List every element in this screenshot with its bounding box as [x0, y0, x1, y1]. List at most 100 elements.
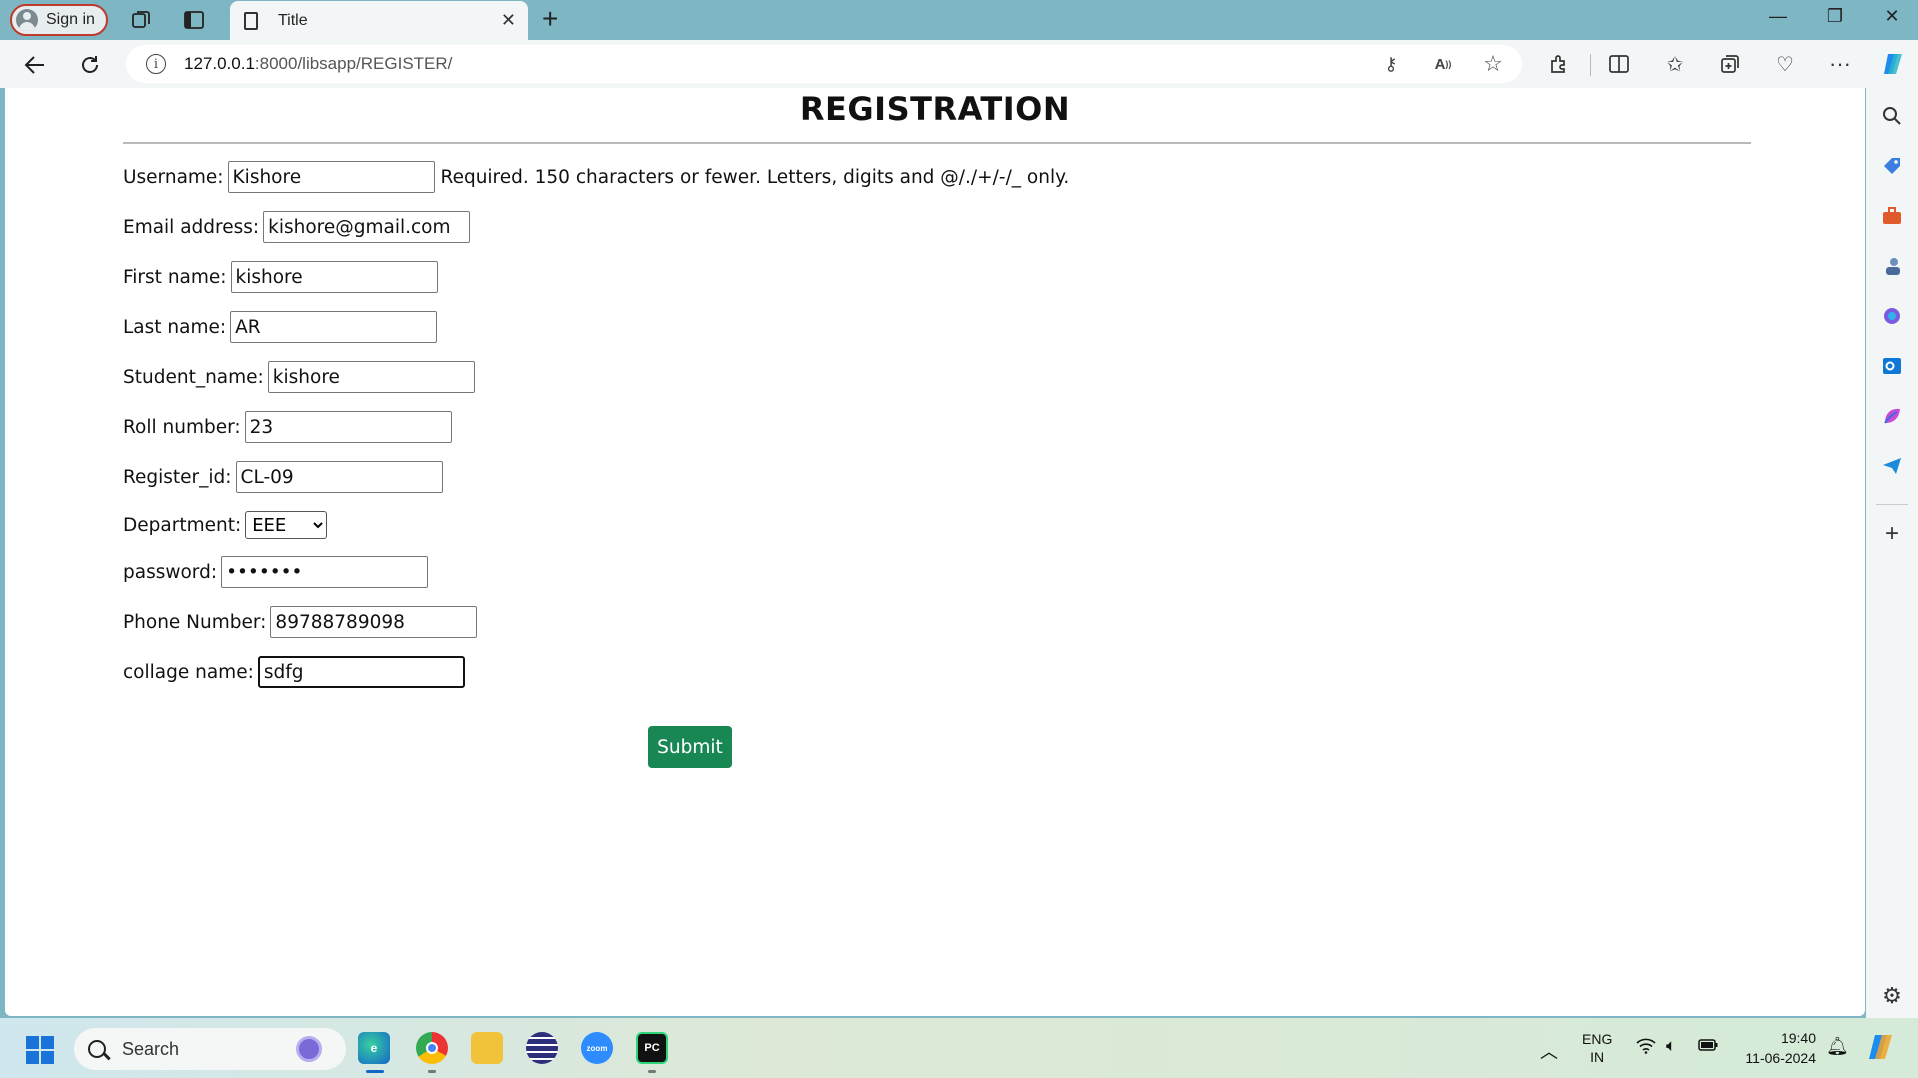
last-name-label: Last name:: [123, 316, 227, 338]
student-name-label: Student_name:: [123, 366, 264, 388]
toolbar-divider: [1590, 54, 1591, 76]
phone-input[interactable]: [270, 606, 478, 638]
chrome-indicator: [428, 1070, 436, 1073]
student-name-input[interactable]: [267, 361, 475, 393]
register-id-label: Register_id:: [123, 466, 232, 488]
tab-bar: Sign in Title ✕ + — ❐ ✕: [0, 0, 1918, 40]
pycharm-indicator: [648, 1070, 656, 1073]
favorite-star-icon[interactable]: ☆: [1482, 51, 1504, 76]
windows-start-icon[interactable]: [26, 1036, 54, 1064]
favorites-icon[interactable]: ✩: [1662, 51, 1688, 77]
shopping-tag-icon[interactable]: [1878, 152, 1906, 180]
email-input[interactable]: [263, 211, 471, 243]
search-icon: [88, 1040, 106, 1058]
username-row: Username: Required. 150 characters or fe…: [123, 161, 1069, 193]
notification-bell-icon[interactable]: 🔔︎: [1826, 1036, 1849, 1057]
edge-active-indicator: [366, 1070, 384, 1073]
web-page: REGISTRATION Username: Required. 150 cha…: [5, 88, 1865, 1016]
games-icon[interactable]: [1878, 252, 1906, 280]
browser-essentials-icon[interactable]: ♡: [1772, 51, 1798, 77]
more-options-icon[interactable]: ···: [1827, 51, 1853, 77]
minimize-icon[interactable]: —: [1758, 6, 1798, 27]
roll-number-input[interactable]: [244, 411, 452, 443]
first-name-row: First name:: [123, 261, 438, 293]
phone-label: Phone Number:: [123, 611, 267, 633]
email-label: Email address:: [123, 216, 260, 238]
send-icon[interactable]: [1878, 452, 1906, 480]
tab-title: Title: [278, 11, 308, 29]
edge-taskbar-icon[interactable]: e: [358, 1032, 390, 1064]
sidebar-divider: [1876, 504, 1908, 505]
back-icon[interactable]: [20, 50, 50, 80]
search-highlight-icon: [296, 1036, 322, 1062]
settings-gear-icon[interactable]: ⚙: [1878, 982, 1906, 1010]
outlook-icon[interactable]: [1878, 352, 1906, 380]
language-indicator[interactable]: ENG IN: [1582, 1030, 1612, 1066]
clock-time: 19:40: [1780, 1030, 1816, 1046]
sign-in-button[interactable]: Sign in: [10, 4, 108, 36]
department-select[interactable]: EEE: [245, 511, 328, 539]
username-input[interactable]: [227, 161, 435, 193]
tab-actions-icon[interactable]: [183, 9, 205, 31]
region-code: IN: [1590, 1049, 1605, 1065]
search-icon[interactable]: [1878, 102, 1906, 130]
add-icon[interactable]: +: [1878, 520, 1906, 548]
pycharm-taskbar-icon[interactable]: PC: [636, 1032, 668, 1064]
chrome-taskbar-icon[interactable]: [416, 1032, 448, 1064]
taskbar: Search e zoom PC ︿ ENG IN 🔈︎ 19:40 11-06…: [0, 1018, 1918, 1078]
last-name-row: Last name:: [123, 311, 438, 343]
wifi-icon[interactable]: [1636, 1038, 1656, 1059]
clock[interactable]: 19:40 11-06-2024: [1736, 1028, 1816, 1068]
password-input[interactable]: [221, 556, 429, 588]
split-screen-icon[interactable]: [1606, 51, 1632, 77]
register-id-row: Register_id:: [123, 461, 443, 493]
page-icon: [244, 11, 258, 30]
workspaces-icon[interactable]: [130, 9, 152, 31]
department-row: Department: EEE: [123, 509, 328, 541]
college-input[interactable]: [257, 656, 465, 688]
eclipse-taskbar-icon[interactable]: [526, 1032, 558, 1064]
first-name-input[interactable]: [230, 261, 438, 293]
college-row: collage name:: [123, 656, 465, 688]
zoom-taskbar-icon[interactable]: zoom: [581, 1032, 613, 1064]
url-path: :8000/libsapp/REGISTER/: [254, 54, 453, 73]
password-row: password:: [123, 556, 429, 588]
copilot-taskbar-icon[interactable]: [1866, 1032, 1896, 1065]
extensions-icon[interactable]: [1546, 51, 1572, 77]
language-code: ENG: [1582, 1031, 1613, 1047]
college-label: collage name:: [123, 661, 254, 683]
profile-avatar-icon: [16, 9, 38, 31]
url-host: 127.0.0.1: [184, 54, 255, 73]
volume-icon[interactable]: 🔈︎: [1666, 1036, 1676, 1056]
first-name-label: First name:: [123, 266, 227, 288]
clock-date: 11-06-2024: [1745, 1050, 1816, 1066]
close-tab-icon[interactable]: ✕: [501, 10, 516, 31]
url-field[interactable]: i 127.0.0.1:8000/libsapp/REGISTER/ ⚷ A))…: [126, 45, 1522, 83]
title-divider: [123, 142, 1751, 144]
refresh-icon[interactable]: [75, 50, 105, 80]
battery-icon[interactable]: [1698, 1038, 1718, 1055]
tools-briefcase-icon[interactable]: [1878, 202, 1906, 230]
taskbar-search[interactable]: Search: [74, 1028, 346, 1070]
roll-number-row: Roll number:: [123, 411, 452, 443]
read-aloud-icon[interactable]: A)): [1432, 53, 1454, 75]
register-id-input[interactable]: [235, 461, 443, 493]
submit-button[interactable]: Submit: [648, 726, 732, 768]
show-hidden-icons-icon[interactable]: ︿: [1540, 1038, 1558, 1064]
password-key-icon[interactable]: ⚷: [1380, 53, 1402, 75]
last-name-input[interactable]: [230, 311, 438, 343]
restore-icon[interactable]: ❐: [1815, 6, 1855, 27]
new-tab-icon[interactable]: +: [542, 4, 558, 34]
designer-icon[interactable]: [1878, 402, 1906, 430]
microsoft-365-icon[interactable]: [1878, 302, 1906, 330]
site-info-icon[interactable]: i: [146, 54, 166, 74]
collections-icon[interactable]: [1717, 51, 1743, 77]
edge-sidebar: + ⚙: [1866, 88, 1918, 1018]
username-label: Username:: [123, 166, 224, 188]
address-bar-row: i 127.0.0.1:8000/libsapp/REGISTER/ ⚷ A))…: [0, 40, 1918, 88]
file-explorer-icon[interactable]: [471, 1032, 503, 1064]
sign-in-label: Sign in: [46, 11, 95, 28]
close-window-icon[interactable]: ✕: [1872, 6, 1912, 27]
copilot-icon[interactable]: [1880, 51, 1906, 77]
active-tab[interactable]: Title ✕: [230, 1, 528, 40]
